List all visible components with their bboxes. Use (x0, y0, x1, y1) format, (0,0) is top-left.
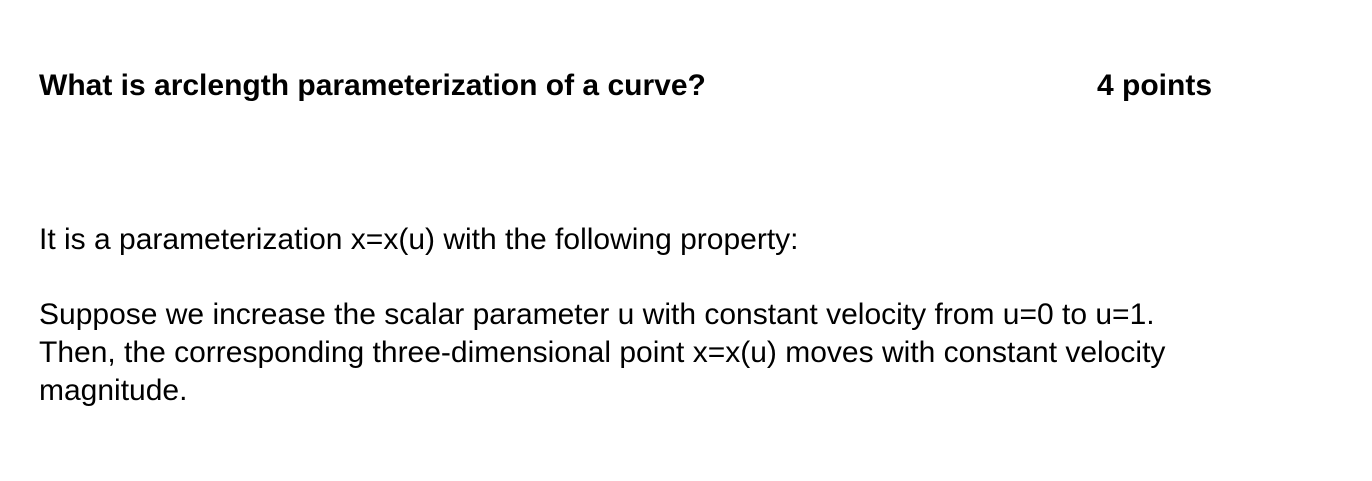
document-page: What is arclength parameterization of a … (0, 0, 1372, 481)
answer-intro: It is a parameterization x=x(u) with the… (39, 223, 799, 256)
question-points: 4 points (1097, 69, 1213, 102)
answer-line: Then, the corresponding three-dimensiona… (39, 336, 1166, 369)
question-title: What is arclength parameterization of a … (39, 69, 706, 102)
answer-line: Suppose we increase the scalar parameter… (39, 298, 1155, 331)
question-header: What is arclength parameterization of a … (39, 66, 1339, 106)
answer-line: magnitude. (39, 374, 188, 407)
answer-body: Suppose we increase the scalar parameter… (39, 296, 1339, 410)
